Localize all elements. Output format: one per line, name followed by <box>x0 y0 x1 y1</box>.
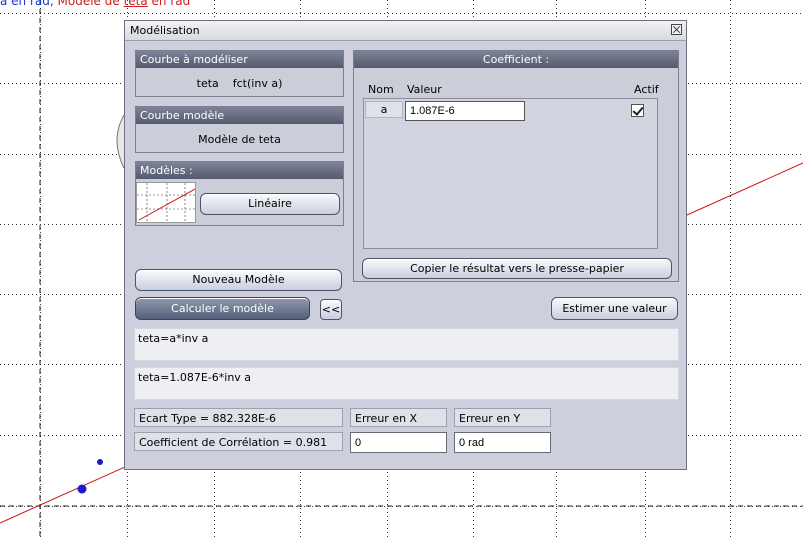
copy-to-clipboard-button[interactable]: Copier le résultat vers le presse-papier <box>362 258 672 279</box>
panel-header: Coefficient : <box>354 51 678 68</box>
modeles-panel: Modèles : Linéaire <box>135 161 344 226</box>
coefficient-actif-checkbox[interactable] <box>631 104 644 117</box>
correlation-label: Coefficient de Corrélation = 0.981 <box>134 432 343 451</box>
erreur-y-label: Erreur en Y <box>454 408 551 427</box>
estimer-valeur-button[interactable]: Estimer une valeur <box>551 297 678 320</box>
ecart-type-label: Ecart Type = 882.328E-6 <box>134 408 343 427</box>
courbe-a-modeliser-panel: Courbe à modéliser teta fct(inv a) <box>135 50 344 97</box>
erreur-y-input[interactable] <box>454 432 551 453</box>
data-point[interactable] <box>97 459 103 465</box>
calculer-modele-button[interactable]: Calculer le modèle <box>135 297 310 320</box>
graph-legend: a en rad, Modèle de teta en rad <box>0 0 190 8</box>
linear-model-thumbnail-icon[interactable] <box>136 182 196 223</box>
erreur-x-input[interactable] <box>350 432 447 453</box>
modelisation-dialog: Modélisation Courbe à modéliser teta fct… <box>124 20 687 470</box>
x-expression[interactable]: fct(inv a) <box>233 77 283 90</box>
collapse-button[interactable]: << <box>320 299 342 320</box>
courbe-modele-value: Modèle de teta <box>198 133 281 146</box>
dialog-title: Modélisation <box>130 24 200 37</box>
legend-series-2: Modèle de <box>57 0 124 8</box>
y-variable[interactable]: teta <box>197 77 219 90</box>
dialog-titlebar[interactable]: Modélisation <box>125 21 686 41</box>
panel-header: Courbe à modéliser <box>136 51 343 68</box>
column-header-actif: Actif <box>634 83 659 96</box>
close-icon[interactable] <box>671 24 682 35</box>
partial-shape <box>116 114 125 169</box>
panel-header: Courbe modèle <box>136 107 343 124</box>
coefficient-value-input[interactable] <box>405 101 525 121</box>
courbe-modele-panel: Courbe modèle Modèle de teta <box>135 106 344 153</box>
panel-header: Modèles : <box>136 162 343 179</box>
data-point[interactable] <box>77 484 87 494</box>
column-header-valeur: Valeur <box>407 83 442 96</box>
erreur-x-label: Erreur en X <box>350 408 447 427</box>
legend-series-1: a en rad <box>0 0 50 8</box>
model-equation-text[interactable]: teta=a*inv a <box>134 328 679 361</box>
column-header-nom: Nom <box>368 83 394 96</box>
result-equation-text[interactable]: teta=1.087E-6*inv a <box>134 367 679 400</box>
lineaire-model-button[interactable]: Linéaire <box>200 193 340 215</box>
nouveau-modele-button[interactable]: Nouveau Modèle <box>135 269 342 291</box>
coefficient-name-cell: a <box>365 101 403 118</box>
